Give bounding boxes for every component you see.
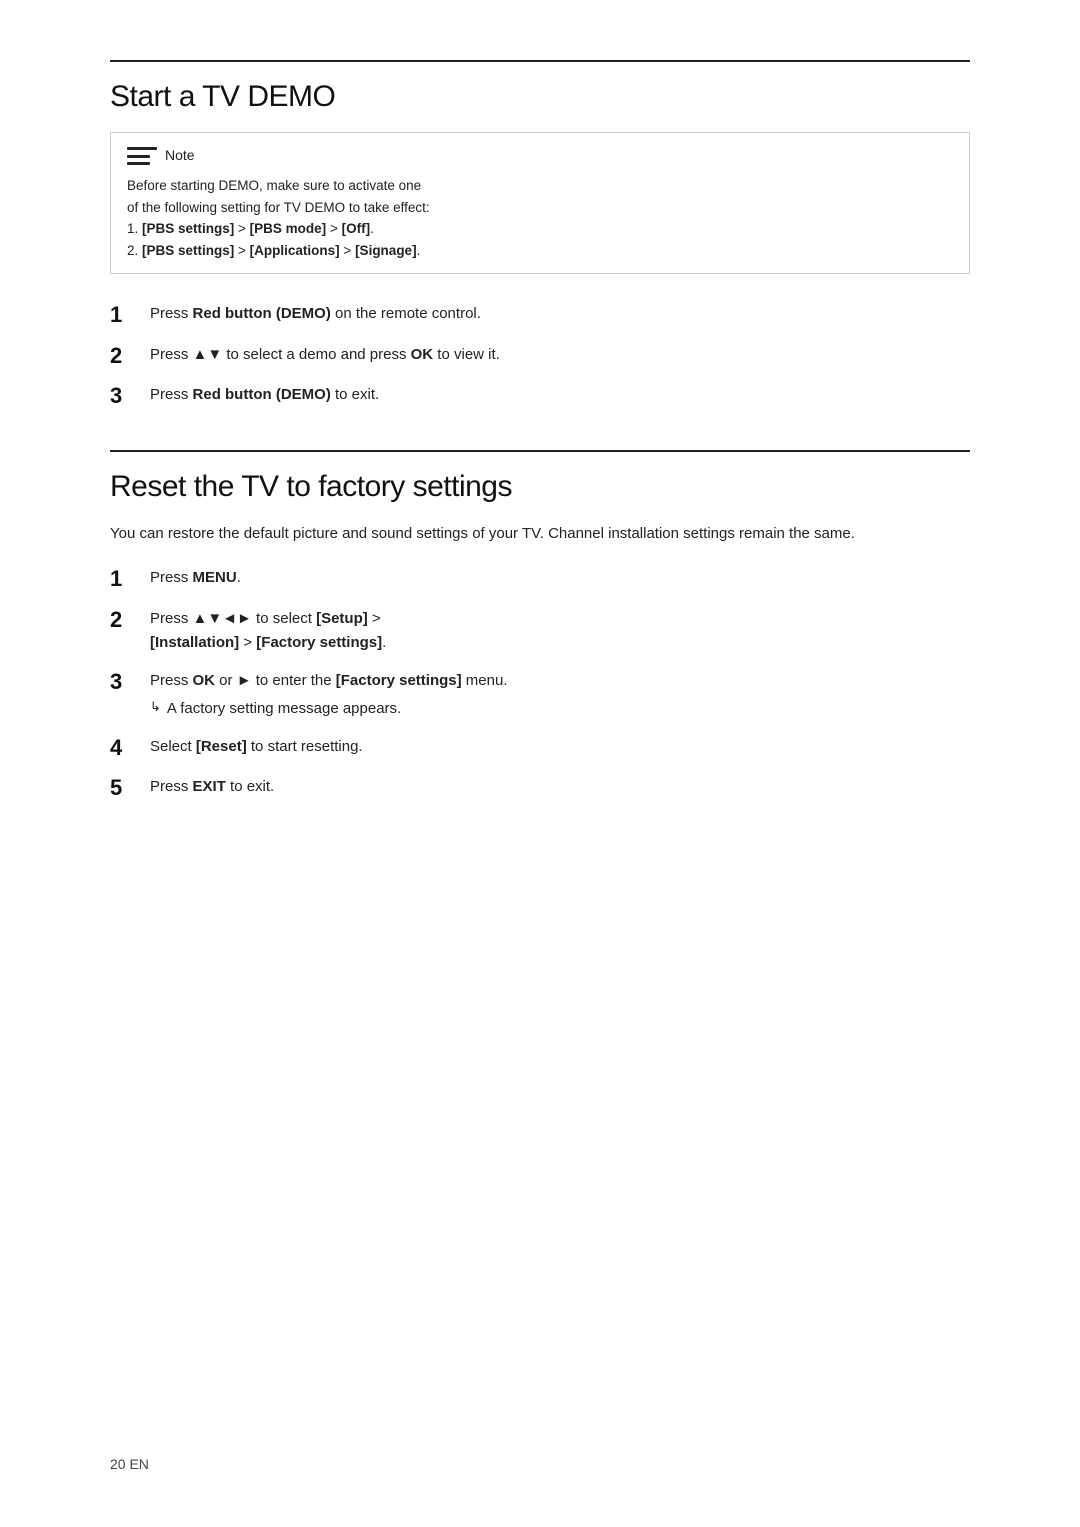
sub-item-text: A factory setting message appears. — [167, 697, 401, 721]
step-text-3: Press Red button (DEMO) to exit. — [150, 383, 970, 407]
reset-step-3: 3 Press OK or ► to enter the [Factory se… — [110, 669, 970, 721]
page-content: Start a TV DEMO Note Before starting DEM… — [110, 60, 970, 801]
arrow-bullet: ↳ — [150, 697, 161, 718]
reset-step-text-1: Press MENU. — [150, 566, 970, 590]
reset-step-text-2: Press ▲▼◄► to select [Setup] >[Installat… — [150, 607, 970, 655]
step-number-3: 3 — [110, 383, 146, 409]
demo-step-1: 1 Press Red button (DEMO) on the remote … — [110, 302, 970, 328]
note-line2: of the following setting for TV DEMO to … — [127, 200, 430, 215]
reset-step-2: 2 Press ▲▼◄► to select [Setup] >[Install… — [110, 607, 970, 655]
step-number-1: 1 — [110, 302, 146, 328]
step-text-2: Press ▲▼ to select a demo and press OK t… — [150, 343, 970, 367]
step-number-2: 2 — [110, 343, 146, 369]
reset-step-3-sub: ↳ A factory setting message appears. — [150, 697, 970, 721]
reset-step-text-4: Select [Reset] to start resetting. — [150, 735, 970, 759]
note-icon — [127, 145, 157, 167]
section-divider-2 — [110, 450, 970, 452]
note-box: Note Before starting DEMO, make sure to … — [110, 132, 970, 274]
step-text-1: Press Red button (DEMO) on the remote co… — [150, 302, 970, 326]
note-header: Note — [127, 145, 953, 167]
demo-step-3: 3 Press Red button (DEMO) to exit. — [110, 383, 970, 409]
reset-step-4: 4 Select [Reset] to start resetting. — [110, 735, 970, 761]
reset-step-number-3: 3 — [110, 669, 146, 695]
note-line1: Before starting DEMO, make sure to activ… — [127, 178, 421, 193]
note-line4: 2. [PBS settings] > [Applications] > [Si… — [127, 243, 420, 258]
reset-step-text-5: Press EXIT to exit. — [150, 775, 970, 799]
reset-step-text-3: Press OK or ► to enter the [Factory sett… — [150, 669, 970, 721]
note-line3: 1. [PBS settings] > [PBS mode] > [Off]. — [127, 221, 374, 236]
section2-intro: You can restore the default picture and … — [110, 522, 970, 547]
demo-step-2: 2 Press ▲▼ to select a demo and press OK… — [110, 343, 970, 369]
section-start-demo: Start a TV DEMO Note Before starting DEM… — [110, 60, 970, 410]
section-divider-1 — [110, 60, 970, 62]
reset-step-number-4: 4 — [110, 735, 146, 761]
reset-step-number-5: 5 — [110, 775, 146, 801]
reset-step-number-1: 1 — [110, 566, 146, 592]
reset-step-1: 1 Press MENU. — [110, 566, 970, 592]
section-reset-tv: Reset the TV to factory settings You can… — [110, 450, 970, 802]
reset-step-number-2: 2 — [110, 607, 146, 633]
demo-steps: 1 Press Red button (DEMO) on the remote … — [110, 302, 970, 409]
reset-steps: 1 Press MENU. 2 Press ▲▼◄► to select [Se… — [110, 566, 970, 801]
note-body: Before starting DEMO, make sure to activ… — [127, 175, 953, 261]
section2-title: Reset the TV to factory settings — [110, 470, 970, 504]
note-label: Note — [165, 145, 195, 167]
page-footer: 20 EN — [110, 1456, 149, 1472]
reset-step-5: 5 Press EXIT to exit. — [110, 775, 970, 801]
section1-title: Start a TV DEMO — [110, 80, 970, 114]
